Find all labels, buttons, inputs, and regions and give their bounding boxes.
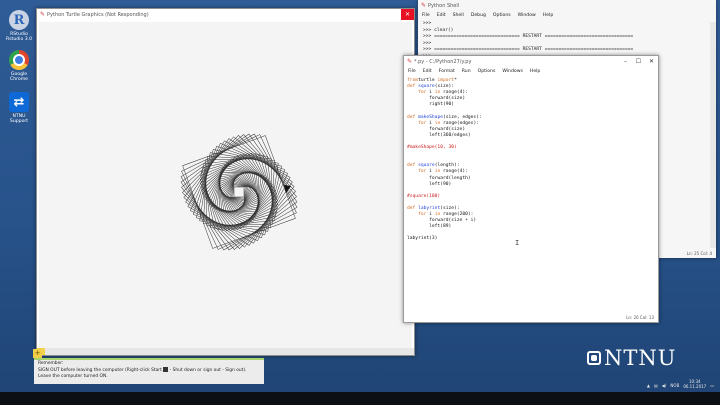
python-feather-icon: ✎ xyxy=(407,58,413,65)
plus-icon: + xyxy=(33,349,42,358)
spiral-square xyxy=(182,135,296,249)
turtle-titlebar[interactable]: ✎ Python Turtle Graphics (Not Responding… xyxy=(37,9,414,20)
turtle-graphics-window[interactable]: ✎ Python Turtle Graphics (Not Responding… xyxy=(36,8,415,356)
spiral-square xyxy=(183,136,295,248)
reminder-line: Leave the computer turned ON. xyxy=(38,374,108,379)
chrome-icon xyxy=(9,50,29,70)
ntnu-wordmark: NTNU xyxy=(604,346,677,370)
menu-windows[interactable]: Windows xyxy=(502,69,523,74)
editor-titlebar[interactable]: ✎ *.py - C:/Python27/y.py – ☐ ✕ xyxy=(404,56,658,67)
desktop-icon-label: RStudio Rstudio 3.0 xyxy=(5,32,33,42)
menu-run[interactable]: Run xyxy=(462,69,471,74)
text-cursor-icon: I xyxy=(515,239,520,247)
spiral-square xyxy=(201,154,277,230)
spiral-square xyxy=(228,181,250,203)
clock[interactable]: 10:34 06.11.2017 xyxy=(683,379,707,390)
turtle-window-title: Python Turtle Graphics (Not Responding) xyxy=(47,11,149,18)
spiral-square xyxy=(207,160,271,224)
spiral-square xyxy=(219,172,259,212)
spiral-square xyxy=(218,171,260,213)
desktop-icon-teamviewer[interactable]: ⇄ NTNU Support xyxy=(4,92,34,124)
menu-file[interactable]: File xyxy=(408,69,416,74)
r-icon: R xyxy=(9,10,29,30)
menu-format[interactable]: Format xyxy=(439,69,455,74)
shell-line: >>> xyxy=(423,21,432,26)
close-button[interactable]: ✕ xyxy=(401,9,414,20)
action-center-icon[interactable]: ▭ xyxy=(710,383,714,388)
shell-line: >>> =============================== REST… xyxy=(423,34,634,40)
desktop-icon-chrome[interactable]: Google Chrome xyxy=(4,50,34,82)
spiral-square xyxy=(226,179,252,205)
spiral-square xyxy=(233,186,245,198)
language-indicator[interactable]: NOB xyxy=(670,383,679,388)
spiral-square xyxy=(185,138,293,246)
menu-debug[interactable]: Debug xyxy=(471,13,486,18)
editor-window-title: *.py - C:/Python27/y.py xyxy=(414,58,472,65)
spiral-square xyxy=(221,174,257,210)
teamviewer-icon: ⇄ xyxy=(9,92,29,112)
clock-date: 06.11.2017 xyxy=(683,384,707,389)
menu-options[interactable]: Options xyxy=(493,13,511,18)
python-feather-icon: ✎ xyxy=(40,11,46,18)
system-tray: ▲ ▤ ◀) NOB 10:34 06.11.2017 ▭ xyxy=(560,378,720,392)
menu-options[interactable]: Options xyxy=(478,69,496,74)
spiral-square xyxy=(232,185,246,199)
menu-help[interactable]: Help xyxy=(530,69,540,74)
desktop-icon-label: Google Chrome xyxy=(9,72,29,82)
menu-shell[interactable]: Shell xyxy=(453,13,464,18)
code-line: labyrint(3) xyxy=(407,236,438,242)
network-icon[interactable]: ▤ xyxy=(654,383,658,388)
spiral-square xyxy=(199,152,279,232)
spiral-square xyxy=(200,153,278,231)
minimize-button[interactable]: – xyxy=(619,56,632,67)
close-button[interactable]: ✕ xyxy=(645,56,658,67)
spiral-square xyxy=(223,176,255,208)
spiral-square xyxy=(218,171,260,213)
shell-menubar: File Edit Shell Debug Options Window Hel… xyxy=(418,11,716,19)
source-code[interactable]: fromturtle import* def square(size): for … xyxy=(404,76,658,310)
spiral-square xyxy=(202,155,276,229)
python-feather-icon: ✎ xyxy=(421,2,427,9)
menu-edit[interactable]: Edit xyxy=(437,13,446,18)
menu-window[interactable]: Window xyxy=(518,13,536,18)
spiral-square xyxy=(205,158,273,226)
ntnu-mark-icon xyxy=(587,351,601,365)
shell-status: Ln: 25 Col: 4 xyxy=(686,251,712,256)
horizontal-scrollbar[interactable] xyxy=(37,348,414,355)
spiral-square xyxy=(203,156,275,228)
spiral-square xyxy=(199,152,279,232)
maximize-button[interactable]: ☐ xyxy=(632,56,645,67)
shell-window-title: Python Shell xyxy=(428,2,460,9)
editor-menubar: File Edit Format Run Options Windows Hel… xyxy=(404,67,658,75)
ntnu-logo: NTNU xyxy=(587,346,676,370)
notification-icon[interactable]: ▲ xyxy=(647,383,650,388)
shell-line: >>> =============================== REST… xyxy=(423,47,634,53)
desktop-icon-rstudio[interactable]: R RStudio Rstudio 3.0 xyxy=(4,10,34,42)
monitor-bezel xyxy=(0,392,720,405)
spiral-square xyxy=(202,155,276,229)
editor-status: Ln: 26 Col: 13 xyxy=(626,315,654,320)
reminder-line: SIGN OUT before leaving the computer (Ri… xyxy=(38,367,247,373)
windows-start-icon xyxy=(163,367,169,372)
spiral-square xyxy=(211,164,267,220)
shell-titlebar[interactable]: ✎ Python Shell xyxy=(418,0,716,11)
shell-scrollbar[interactable] xyxy=(710,22,716,248)
square-spiral-drawing xyxy=(180,133,298,251)
signout-reminder: + Remember: SIGN OUT before leaving the … xyxy=(33,349,264,384)
spiral-square xyxy=(200,153,278,231)
volume-icon[interactable]: ◀) xyxy=(662,383,667,388)
turtle-canvas[interactable] xyxy=(39,22,412,353)
spiral-square xyxy=(182,135,296,249)
menu-help[interactable]: Help xyxy=(543,13,553,18)
menu-file[interactable]: File xyxy=(422,13,430,18)
spiral-square xyxy=(205,158,273,226)
desktop-icon-label: NTNU Support xyxy=(9,114,29,124)
desktop-screen: R RStudio Rstudio 3.0 Google Chrome ⇄ NT… xyxy=(0,0,720,405)
spiral-square xyxy=(218,171,260,213)
spiral-square xyxy=(219,172,259,212)
editor-window[interactable]: ✎ *.py - C:/Python27/y.py – ☐ ✕ File Edi… xyxy=(403,55,659,323)
menu-edit[interactable]: Edit xyxy=(423,69,432,74)
